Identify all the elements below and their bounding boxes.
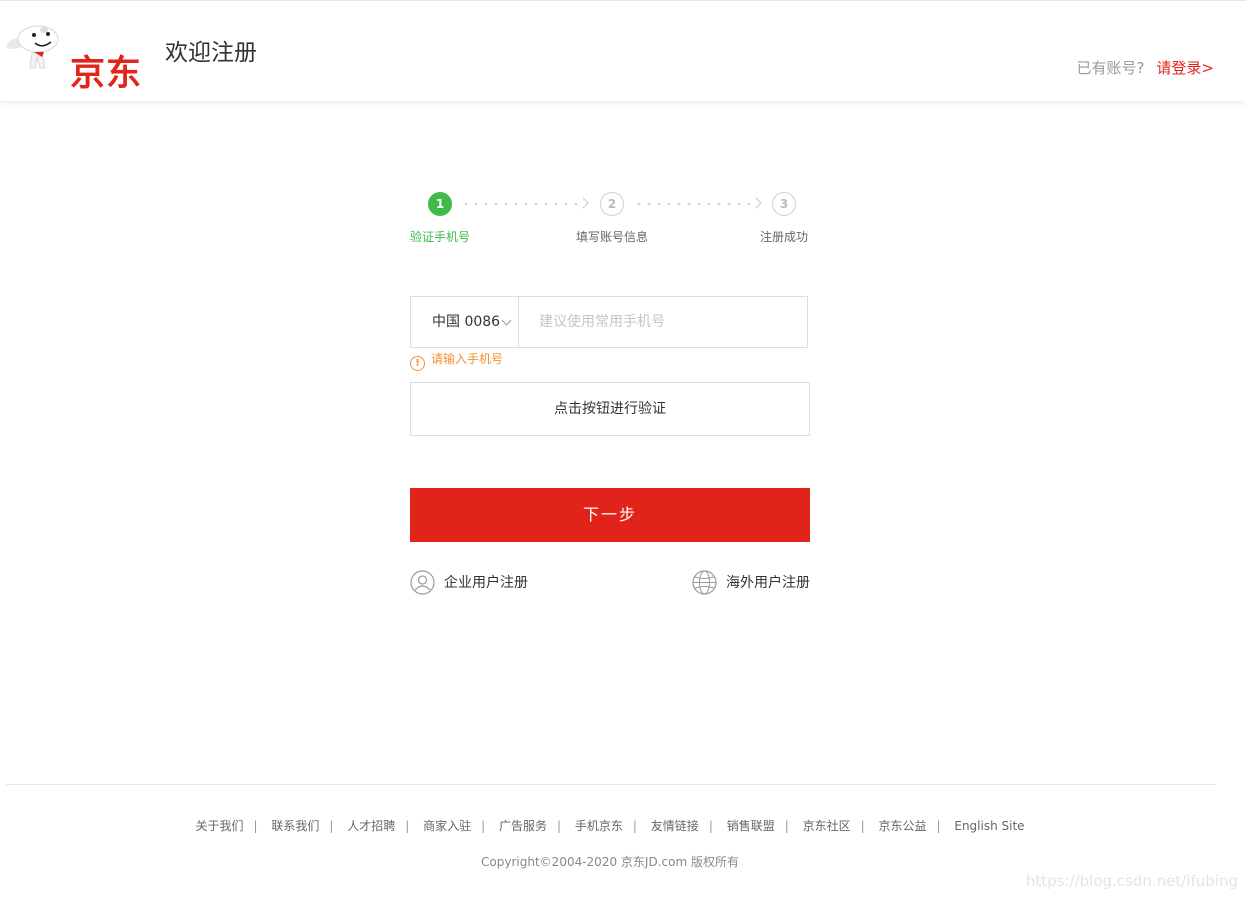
step-arrow-1-icon (577, 197, 589, 209)
footer-link-mobile[interactable]: 手机京东 (575, 819, 623, 833)
footer-link-contact[interactable]: 联系我们 (271, 819, 319, 833)
overseas-register-link[interactable]: 海外用户注册 (692, 570, 812, 596)
country-code-value: 中国 0086 (432, 314, 501, 330)
verify-button[interactable]: 点击按钮进行验证 (410, 382, 810, 436)
footer-separator: | (860, 819, 865, 833)
footer-link-affiliate[interactable]: 销售联盟 (727, 819, 775, 833)
footer-separator: | (253, 819, 258, 833)
have-account-text: 已有账号? (1076, 59, 1145, 77)
next-step-button[interactable]: 下一步 (410, 488, 810, 542)
warning-icon: ! (410, 356, 425, 371)
footer-separator: | (481, 819, 486, 833)
footer-separator: | (632, 819, 637, 833)
registration-steps: 1 2 3 验证手机号 填写账号信息 注册成功 (405, 190, 815, 250)
enterprise-register-link[interactable]: 企业用户注册 (410, 570, 540, 596)
error-text: 请输入手机号 (431, 352, 504, 366)
footer-separator: | (557, 819, 562, 833)
footer-link-english[interactable]: English Site (954, 819, 1024, 833)
phone-field-group: 中国 0086 (410, 296, 808, 348)
footer-links: 关于我们 | 联系我们 | 人才招聘 | 商家入驻 | 广告服务 | 手机京东 | 友情链接… (0, 817, 1220, 835)
footer-link-friends[interactable]: 友情链接 (651, 819, 699, 833)
jd-logo[interactable]: 京东 (4, 23, 154, 94)
footer-link-careers[interactable]: 人才招聘 (347, 819, 395, 833)
step-connector-1 (461, 203, 581, 205)
login-hint: 已有账号? 请登录> (1076, 58, 1214, 78)
footer-link-about[interactable]: 关于我们 (195, 819, 243, 833)
page-title: 欢迎注册 (165, 40, 257, 66)
footer-link-merchants[interactable]: 商家入驻 (423, 819, 471, 833)
phone-error-message: ! 请输入手机号 (410, 350, 504, 371)
login-link[interactable]: 请登录> (1156, 59, 1214, 77)
header: 京东 欢迎注册 已有账号? 请登录> (0, 0, 1246, 101)
footer-link-charity[interactable]: 京东公益 (878, 819, 926, 833)
jd-mascot-icon (6, 25, 59, 69)
footer-link-ads[interactable]: 广告服务 (499, 819, 547, 833)
footer-separator: | (708, 819, 713, 833)
step-arrow-2-icon (750, 197, 762, 209)
step-1-indicator: 1 (428, 192, 452, 216)
watermark: https://blog.csdn.net/ifubing (1025, 872, 1238, 890)
user-icon (410, 570, 435, 595)
step-3-label: 注册成功 (760, 230, 809, 244)
country-code-select[interactable]: 中国 0086 (411, 297, 519, 347)
step-1-label: 验证手机号 (410, 230, 471, 244)
phone-input[interactable] (520, 297, 807, 347)
footer-separator: | (329, 819, 334, 833)
step-connector-2 (634, 203, 754, 205)
footer-separator: | (405, 819, 410, 833)
globe-icon (692, 570, 717, 595)
step-3-indicator: 3 (772, 192, 796, 216)
overseas-register-label: 海外用户注册 (726, 575, 810, 591)
footer-link-community[interactable]: 京东社区 (803, 819, 851, 833)
footer-separator: | (784, 819, 789, 833)
brand-name: 京东 (70, 54, 143, 94)
step-2-indicator: 2 (600, 192, 624, 216)
footer-separator: | (936, 819, 941, 833)
copyright: Copyright©2004-2020 京东JD.com 版权所有 (481, 855, 739, 869)
footer-divider (6, 784, 1215, 785)
enterprise-register-label: 企业用户注册 (444, 575, 528, 591)
chevron-down-icon (501, 315, 512, 326)
step-2-label: 填写账号信息 (576, 230, 649, 244)
